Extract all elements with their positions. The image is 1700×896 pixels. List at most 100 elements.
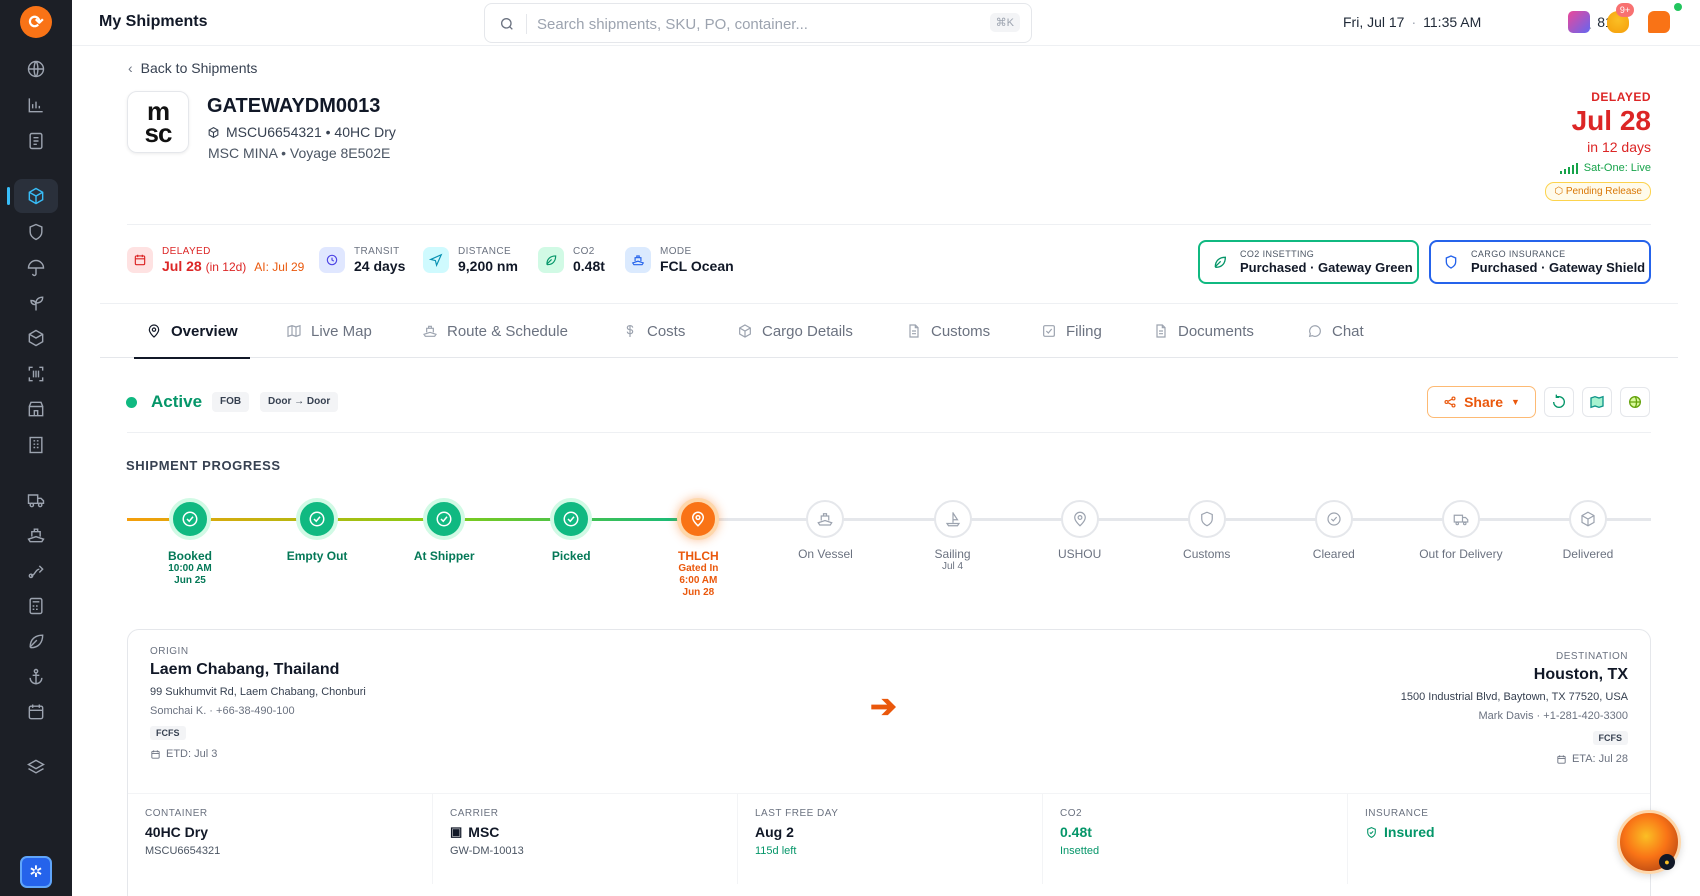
analytics-icon[interactable] (14, 88, 58, 122)
metric-insurance: INSURANCE Insured (1348, 794, 1648, 884)
map-view-button[interactable] (1582, 387, 1612, 417)
calculator-icon[interactable] (14, 589, 58, 623)
step-name: At Shipper (413, 549, 475, 563)
progress-title: SHIPMENT PROGRESS (126, 458, 281, 473)
chevron-left-icon: ‹ (128, 60, 133, 76)
back-link[interactable]: ‹ Back to Shipments (128, 60, 257, 76)
chat-bubble-icon[interactable] (1648, 11, 1670, 33)
step-node (296, 498, 339, 540)
progress-step[interactable]: THLCH Gated In 6:00 AM Jun 28 (633, 498, 763, 599)
destination-block: DESTINATION Houston, TX 1500 Industrial … (1401, 651, 1628, 765)
tab-cargo-details[interactable]: Cargo Details (737, 304, 853, 358)
progress-step[interactable]: Picked (506, 498, 636, 563)
origin-label: ORIGIN (150, 646, 189, 657)
search-box[interactable]: ⌘K (484, 3, 1032, 43)
check-circle-icon (563, 511, 579, 527)
layers-icon[interactable] (14, 750, 58, 784)
pending-release-label: Pending Release (1565, 186, 1642, 197)
search-divider (526, 14, 527, 34)
document-icon (1156, 324, 1166, 338)
cube-icon[interactable] (14, 321, 58, 355)
metric-sub: 115d left (755, 845, 797, 857)
shipment-metrics: CONTAINER 40HC Dry MSCU6654321 CARRIER ▣… (128, 793, 1650, 884)
metric-value: ▣ MSC (450, 824, 737, 840)
origin-tag: FCFS (150, 726, 186, 740)
tab-label: Route & Schedule (447, 322, 568, 340)
service-value: Purchased · Gateway Shield (1471, 260, 1646, 275)
globe-button[interactable] (1620, 387, 1650, 417)
shipments-box-icon[interactable] (7, 179, 58, 213)
step-node (677, 498, 720, 540)
scan-icon[interactable] (14, 357, 58, 391)
truck-icon[interactable] (14, 483, 58, 517)
search-icon (501, 18, 513, 30)
sailing-ship-icon (945, 512, 960, 527)
metric-label: CONTAINER (145, 808, 208, 819)
search-input[interactable] (537, 12, 957, 36)
tab-costs[interactable]: Costs (622, 304, 685, 358)
tab-label: Documents (1178, 322, 1254, 340)
route-icon[interactable] (14, 553, 58, 587)
progress-step[interactable]: On Vessel (760, 498, 890, 561)
map-icon (1590, 395, 1604, 409)
progress-step[interactable]: Delivered (1523, 498, 1653, 561)
stat-value: 0.48t (573, 258, 605, 274)
eta-status-label: DELAYED (1591, 90, 1651, 104)
document-icon[interactable] (14, 124, 58, 158)
step-name: Sailing (934, 547, 971, 561)
package-icon (208, 126, 219, 138)
tab-chat[interactable]: Chat (1307, 304, 1364, 358)
tab-route-schedule[interactable]: Route & Schedule (422, 304, 568, 358)
shield-icon[interactable] (14, 215, 58, 249)
destination-address: 1500 Industrial Blvd, Baytown, TX 77520,… (1400, 691, 1628, 703)
progress-step[interactable]: Customs (1142, 498, 1272, 561)
plant-icon[interactable] (14, 286, 58, 320)
tab-documents[interactable]: Documents (1153, 304, 1254, 358)
apps-grid-icon[interactable] (1568, 11, 1590, 33)
progress-step[interactable]: At Shipper (379, 498, 509, 563)
stat-value: FCL Ocean (660, 258, 734, 274)
destination-date: ETA: Jul 28 (1401, 753, 1628, 765)
tab-overview[interactable]: Overview (134, 304, 250, 359)
topbar: My Shipments ⌘K Fri, Jul 17 · 11:35 AM ◣… (72, 0, 1700, 46)
refresh-button[interactable] (1544, 387, 1574, 417)
package-icon (739, 324, 751, 338)
stat-delayed-date: Jul 28 (162, 258, 202, 274)
check-circle-icon (182, 511, 198, 527)
cargo-insurance-card[interactable]: CARGO INSURANCE Purchased · Gateway Shiel… (1429, 240, 1651, 284)
metric-co2: CO2 0.48t Insetted (1043, 794, 1348, 884)
notification-badge: 9+ (1616, 3, 1634, 17)
progress-step[interactable]: USHOU (1015, 498, 1145, 561)
assistant-mic-icon[interactable]: ● (1659, 854, 1675, 870)
step-detail: 10:00 AM (168, 563, 212, 574)
building-icon[interactable] (14, 428, 58, 462)
step-node (1060, 500, 1099, 538)
progress-step[interactable]: Sailing Jul 4 (888, 498, 1018, 573)
progress-step[interactable]: Cleared (1269, 498, 1399, 561)
anchor-icon[interactable] (14, 660, 58, 694)
calendar-icon[interactable] (14, 695, 58, 729)
share-button[interactable]: Share ▼ (1427, 386, 1536, 418)
eta-summary: DELAYED Jul 28 in 12 days Sat-One: Live … (1545, 90, 1651, 201)
tab-label: Filing (1066, 322, 1102, 340)
checkbox-icon (1043, 325, 1055, 337)
ship-icon[interactable] (14, 518, 58, 552)
progress-step[interactable]: Booked 10:00 AM Jun 25 (125, 498, 255, 587)
umbrella-icon[interactable] (14, 251, 58, 285)
stat-delayed: DELAYED Jul 28 (in 12d) AI: Jul 29 (127, 246, 304, 274)
leaf-icon (538, 247, 564, 273)
tab-filing[interactable]: Filing (1041, 304, 1102, 358)
store-icon[interactable] (14, 392, 58, 426)
app-logo[interactable]: ⟳ (20, 6, 52, 38)
co2-insetting-card[interactable]: CO2 INSETTING Purchased · Gateway Green (1198, 240, 1419, 284)
progress-step[interactable]: Empty Out (252, 498, 382, 563)
progress-step[interactable]: Out for Delivery (1396, 498, 1526, 561)
ship-icon (423, 325, 437, 337)
workspace-switcher-icon[interactable]: ✲ (20, 856, 52, 888)
truck-icon (1453, 514, 1469, 526)
page-title: My Shipments (99, 13, 208, 30)
tab-live-map[interactable]: Live Map (286, 304, 372, 358)
globe-icon[interactable] (14, 52, 58, 86)
leaf-icon[interactable] (14, 624, 58, 658)
tab-customs[interactable]: Customs (906, 304, 990, 358)
